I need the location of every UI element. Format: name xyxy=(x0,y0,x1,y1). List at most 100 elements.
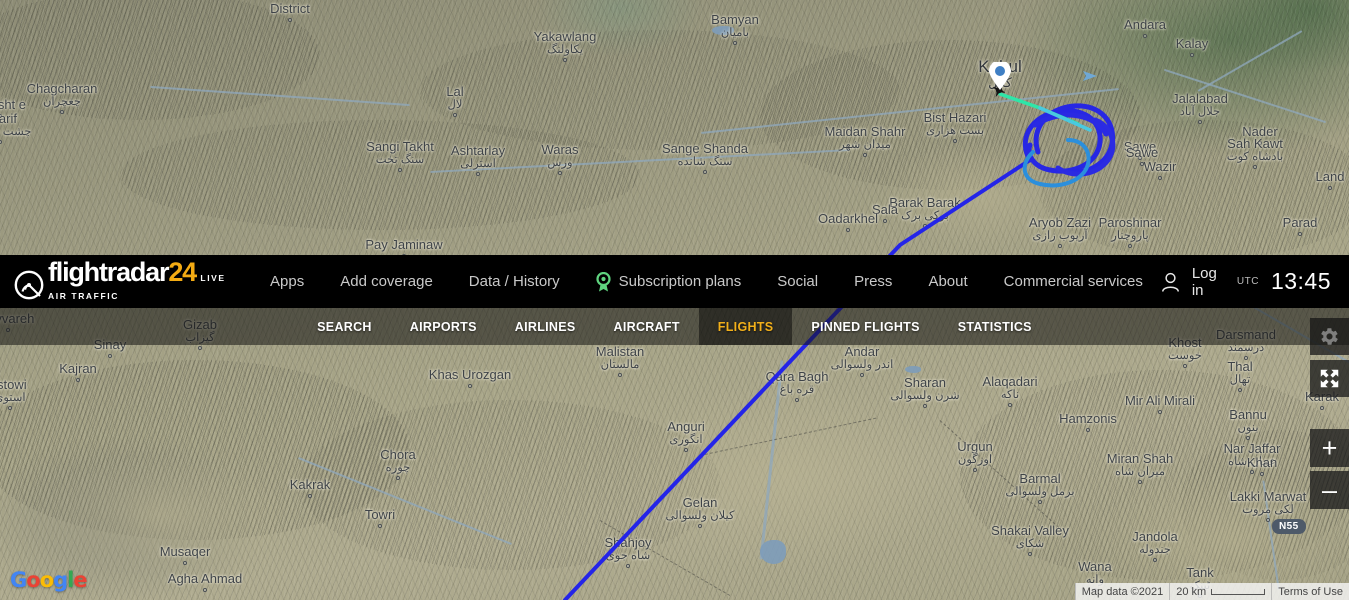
lake xyxy=(905,366,921,373)
map-place-dot xyxy=(183,561,187,565)
subnav-item-search[interactable]: SEARCH xyxy=(298,308,391,345)
minus-icon: – xyxy=(1321,474,1338,505)
map-place-dot xyxy=(1250,470,1254,474)
map-data-attribution: Map data ©2021 xyxy=(1074,583,1170,600)
nav-item-label: About xyxy=(928,273,968,290)
nav-item-apps[interactable]: Apps xyxy=(252,273,322,290)
map-place-dot xyxy=(468,384,472,388)
award-ribbon-icon xyxy=(596,271,611,291)
google-logo-letter: o xyxy=(39,568,54,592)
map-place-dot xyxy=(453,113,457,117)
map-place-dot xyxy=(1008,403,1012,407)
map-place-dot xyxy=(1038,500,1042,504)
map-place-dot xyxy=(863,153,867,157)
subnav-item-label: FLIGHTS xyxy=(717,319,774,334)
site-header: flightradar24 LIVE AIR TRAFFIC Apps Add c… xyxy=(0,255,1349,308)
subnav-item-flights[interactable]: FLIGHTS xyxy=(698,308,793,345)
map-place-dot xyxy=(1058,244,1062,248)
map-place-dot xyxy=(1028,552,1032,556)
map-place-dot xyxy=(1140,162,1144,166)
map-place-dot xyxy=(795,398,799,402)
map-place-dot xyxy=(108,354,112,358)
map-place-dot xyxy=(76,378,80,382)
map-place-dot xyxy=(684,448,688,452)
map-place-dot xyxy=(1253,165,1257,169)
map-place-dot xyxy=(733,41,737,45)
map-place-dot xyxy=(1258,141,1262,145)
map-place-dot xyxy=(60,110,64,114)
map-place-dot xyxy=(1128,244,1132,248)
zoom-out-button[interactable]: – xyxy=(1310,471,1349,509)
map-place-dot xyxy=(618,373,622,377)
plus-icon: + xyxy=(1321,432,1338,463)
selected-flight-marker[interactable] xyxy=(989,62,1011,90)
subnav-item-pinned-flights[interactable]: PINNED FLIGHTS xyxy=(792,308,938,345)
map-place-dot xyxy=(698,524,702,528)
map-place-dot xyxy=(923,224,927,228)
map-place-dot xyxy=(198,346,202,350)
subnav-item-label: AIRPORTS xyxy=(409,319,477,334)
subnav-item-label: AIRLINES xyxy=(514,319,576,334)
map-place-dot xyxy=(973,468,977,472)
nav-item-data-history[interactable]: Data / History xyxy=(451,273,578,290)
zoom-in-button[interactable]: + xyxy=(1310,429,1349,467)
fullscreen-button[interactable] xyxy=(1310,360,1349,397)
logo-wordmark: flightradar24 xyxy=(48,256,197,287)
map-place-dot xyxy=(953,139,957,143)
map-place-dot xyxy=(1183,364,1187,368)
nav-item-commercial-services[interactable]: Commercial services xyxy=(986,273,1161,290)
map-place-dot xyxy=(1158,176,1162,180)
map-place-dot xyxy=(1266,518,1270,522)
expand-arrows-icon xyxy=(1320,369,1339,388)
nav-item-press[interactable]: Press xyxy=(836,273,910,290)
google-logo-letter: g xyxy=(53,568,68,592)
nav-item-label: Apps xyxy=(270,273,305,290)
map-place-dot xyxy=(1198,120,1202,124)
map-place-dot xyxy=(1086,428,1090,432)
subnav-item-statistics[interactable]: STATISTICS xyxy=(939,308,1051,345)
map-place-dot xyxy=(203,588,207,592)
login-button[interactable]: Log in xyxy=(1192,265,1217,299)
map-place-dot xyxy=(378,524,382,528)
terrain-plain xyxy=(30,455,290,575)
map-place-dot xyxy=(8,406,12,410)
map-place-dot xyxy=(846,228,850,232)
nav-item-add-coverage[interactable]: Add coverage xyxy=(322,273,451,290)
subnav-item-airports[interactable]: AIRPORTS xyxy=(391,308,496,345)
google-logo-letter: e xyxy=(73,568,87,592)
nav-item-social[interactable]: Social xyxy=(759,273,836,290)
map-place-dot xyxy=(1138,480,1142,484)
timezone-label[interactable]: UTC xyxy=(1237,276,1259,287)
primary-navigation: Apps Add coverage Data / History Subscripti… xyxy=(252,271,1161,292)
flightradar24-logo[interactable]: flightradar24 LIVE AIR TRAFFIC xyxy=(14,256,228,304)
google-logo-letter: G xyxy=(10,568,27,592)
nav-item-about[interactable]: About xyxy=(910,273,985,290)
map-place-dot xyxy=(1244,356,1248,360)
map-place-dot xyxy=(396,476,400,480)
subnav-item-aircraft[interactable]: AIRCRAFT xyxy=(595,308,699,345)
map-attribution-bar: Map data ©2021 20 km Terms of Use xyxy=(1074,583,1349,600)
map-place-dot xyxy=(1190,53,1194,57)
map-pin-icon xyxy=(989,62,1011,90)
lake xyxy=(712,26,734,35)
nav-item-subscription-plans[interactable]: Subscription plans xyxy=(578,271,760,292)
map-place-dot xyxy=(1328,186,1332,190)
map-place-dot xyxy=(923,404,927,408)
terrain-plain xyxy=(880,140,1080,250)
nav-item-label: Add coverage xyxy=(340,273,433,290)
map-place-dot xyxy=(1238,388,1242,392)
map-place-dot xyxy=(1260,472,1264,476)
map-scale-bar: 20 km xyxy=(1169,583,1272,600)
header-right-group: Log in UTC 13:45 xyxy=(1161,265,1349,299)
terms-of-use-link[interactable]: Terms of Use xyxy=(1271,583,1349,600)
map-place-dot xyxy=(860,373,864,377)
clock-display: 13:45 xyxy=(1270,268,1331,294)
subnav-item-airlines[interactable]: AIRLINES xyxy=(496,308,595,345)
user-icon xyxy=(1161,272,1180,292)
lake xyxy=(760,540,786,564)
google-logo[interactable]: Google xyxy=(10,568,88,592)
map-place-dot xyxy=(1320,406,1324,410)
nav-item-label: Commercial services xyxy=(1003,273,1143,290)
scale-label: 20 km xyxy=(1176,585,1207,598)
subnav-item-label: AIRCRAFT xyxy=(613,319,680,334)
